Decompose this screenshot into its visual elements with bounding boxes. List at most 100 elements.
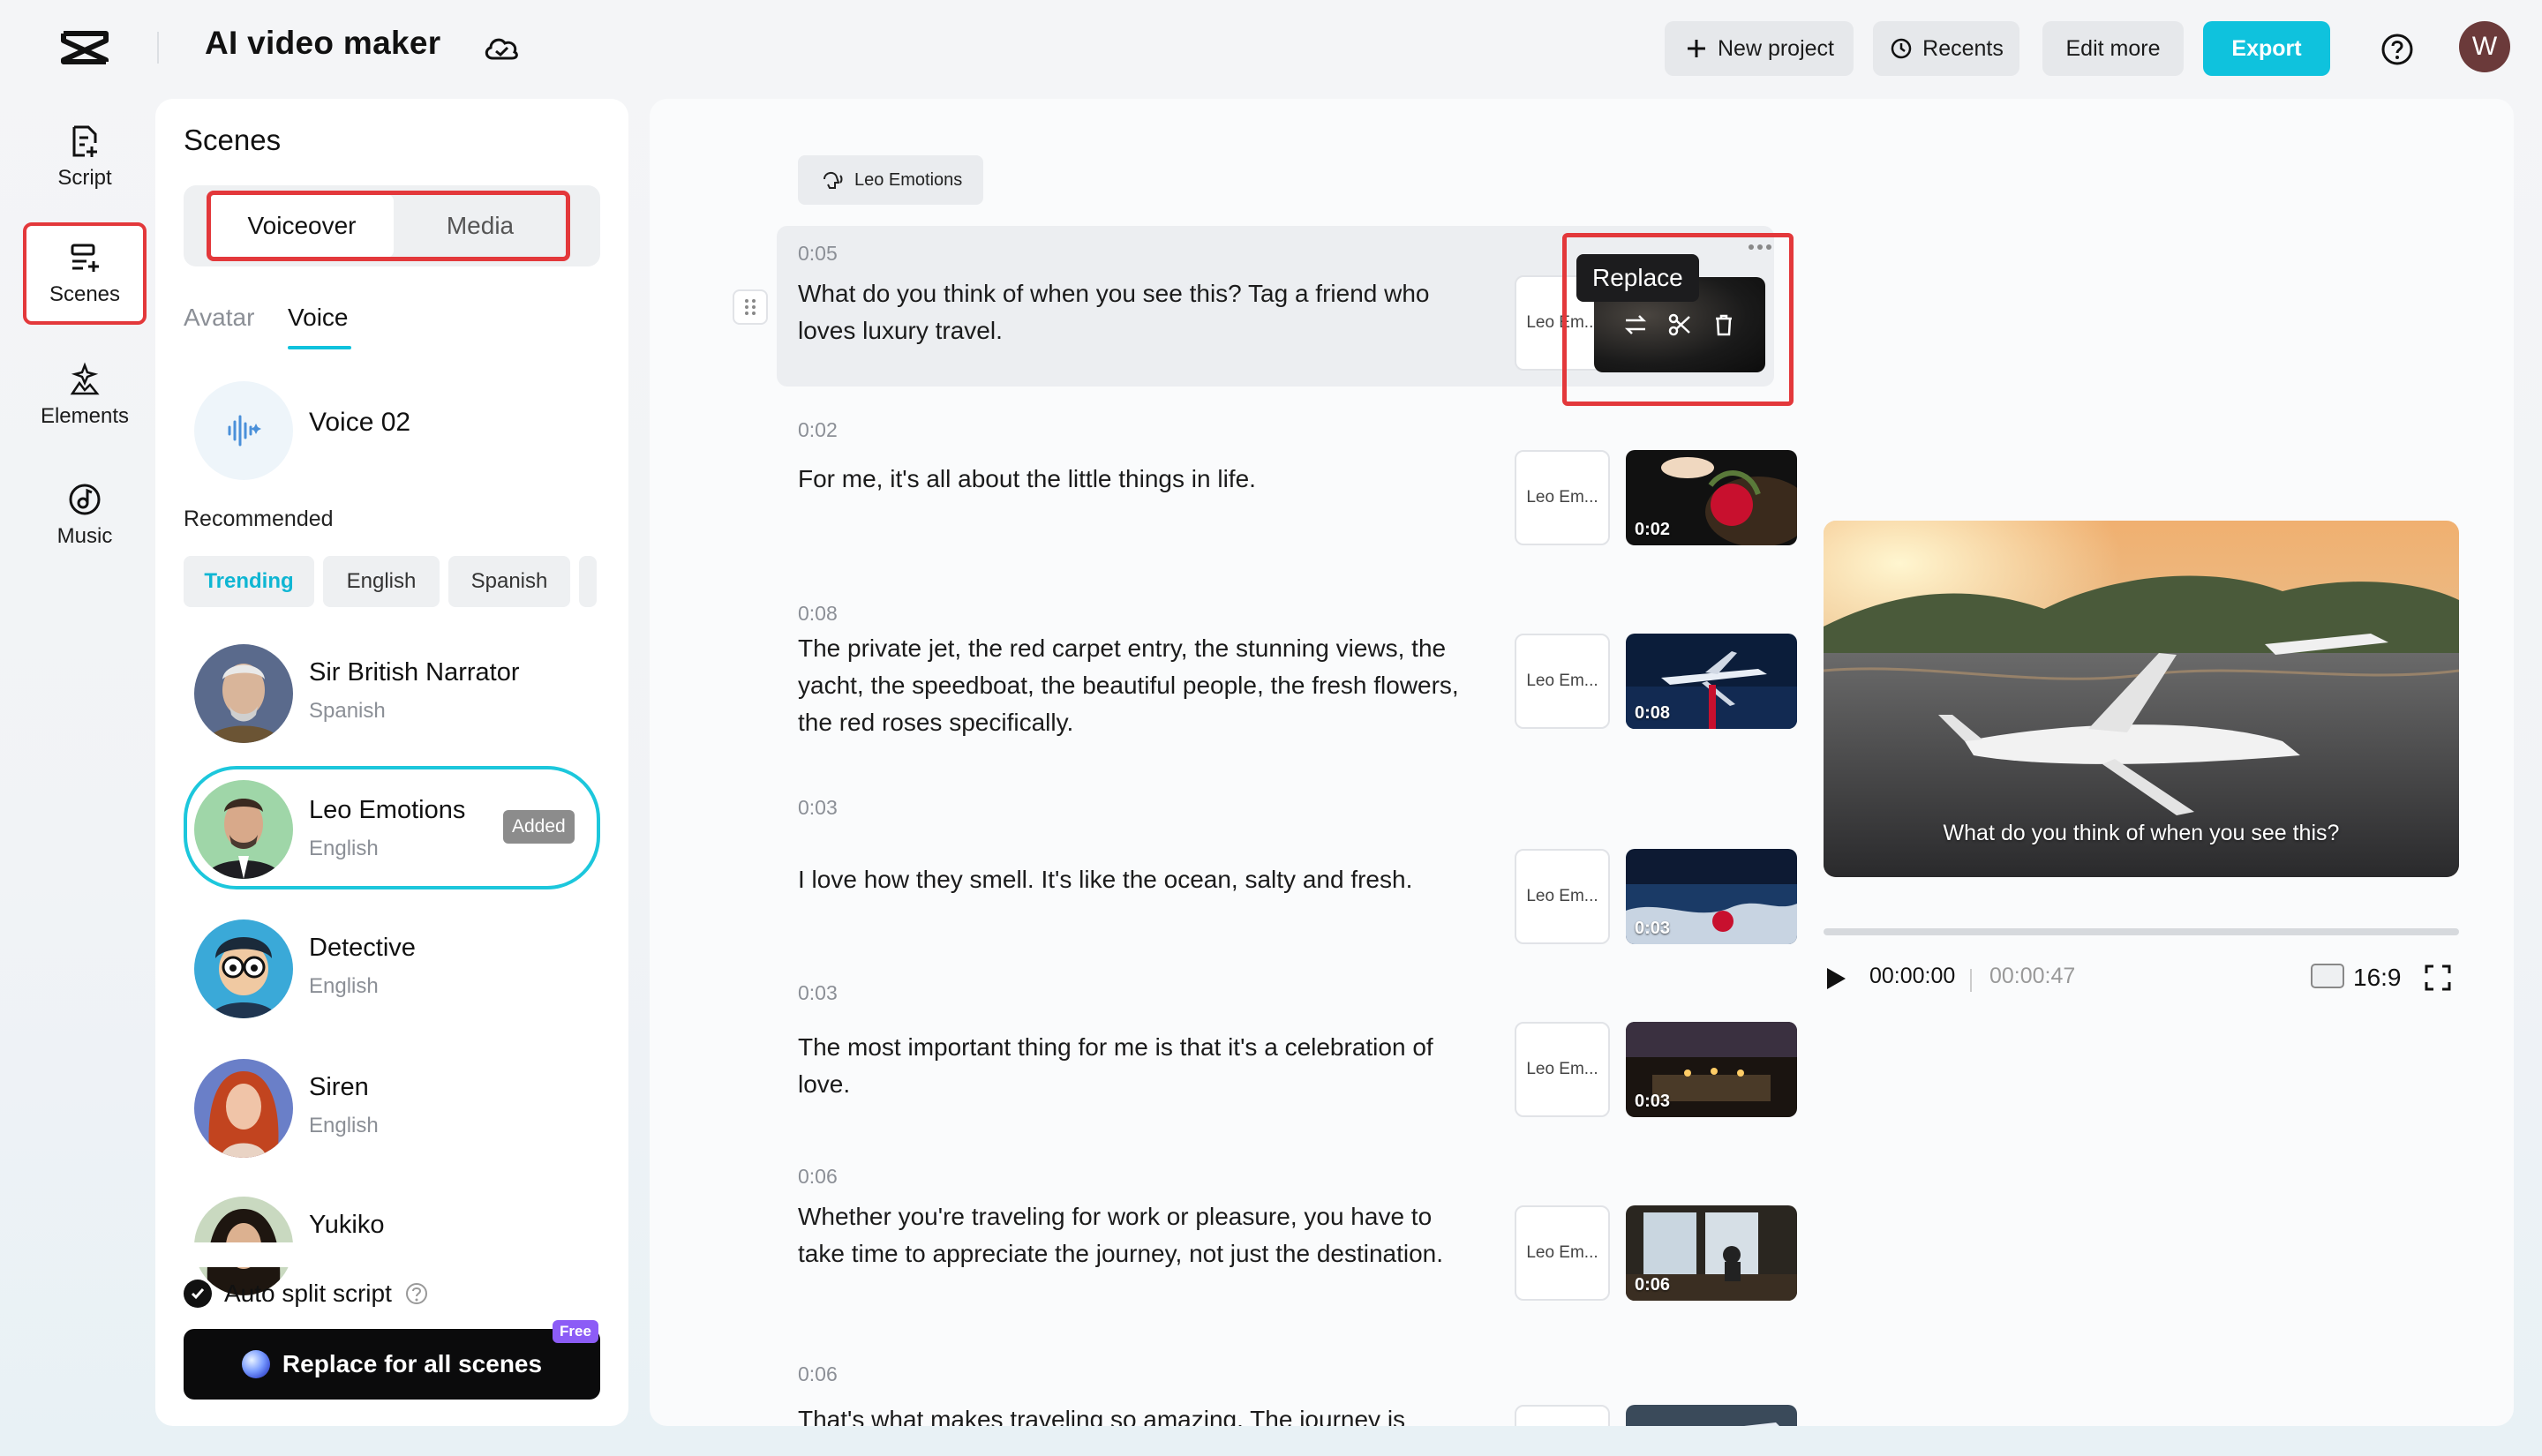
segment-highlight-frame [207,191,570,261]
scene-media-thumbnail[interactable]: 0:03 [1626,849,1797,944]
play-icon[interactable] [1824,965,1848,992]
scene-time: 0:08 [798,602,838,625]
voice-avatar [194,780,293,879]
auto-split-toggle[interactable]: Auto split script [184,1280,429,1308]
user-avatar[interactable]: W [2459,21,2510,72]
voice-avatar [194,1059,293,1158]
scene-text[interactable]: Whether you're traveling for work or ple… [798,1198,1478,1272]
music-icon [69,484,101,515]
scene-text[interactable]: I love how they smell. It's like the oce… [798,861,1478,898]
current-voice-name: Voice 02 [309,408,411,437]
scene-voice-chip[interactable] [1515,1405,1610,1426]
video-preview[interactable]: What do you think of when you see this? [1824,521,2459,877]
help-circle-icon[interactable] [404,1281,429,1306]
filter-trending[interactable]: Trending [184,556,314,607]
voice-avatar [194,644,293,743]
panel-title: Scenes [184,124,282,156]
scene-text[interactable]: The private jet, the red carpet entry, t… [798,630,1478,741]
scene-voice-chip[interactable]: Leo Em... [1515,450,1610,545]
scene-row[interactable]: 0:06 Whether you're traveling for work o… [777,1165,1797,1350]
recommended-label: Recommended [184,507,334,531]
current-voice-avatar[interactable] [194,381,293,480]
subtab-avatar[interactable]: Avatar [184,304,254,332]
scene-voice-chip[interactable]: Leo Em... [1515,849,1610,944]
rail-item-scenes[interactable]: Scenes [23,222,147,325]
edit-more-label: Edit more [2065,35,2161,61]
voice-language: English [309,974,379,998]
scene-media-thumbnail[interactable]: 0:06 [1626,1205,1797,1301]
voice-name: Yukiko [309,1211,385,1239]
filter-english[interactable]: English [323,556,440,607]
rail-label-music: Music [56,524,113,548]
scene-media-thumbnail[interactable] [1626,1405,1797,1426]
export-button[interactable]: Export [2203,21,2330,76]
aspect-ratio-icon[interactable] [2311,964,2344,988]
scene-time: 0:03 [798,981,838,1004]
replace-all-scenes-button[interactable]: Replace for all scenes [184,1329,600,1400]
filter-overflow[interactable] [579,556,597,607]
scene-voice-chip[interactable]: Leo Em... [1515,1205,1610,1301]
scene-media-thumbnail[interactable]: 0:08 [1626,634,1797,729]
rail-item-script[interactable]: Script [23,106,147,208]
list-clip [155,1242,628,1267]
subtab-voice[interactable]: Voice [288,304,349,332]
rail-label-elements: Elements [40,404,130,428]
thumbnail-duration: 0:06 [1635,1275,1671,1295]
scene-text[interactable]: The most important thing for me is that … [798,1029,1478,1103]
voice-language: English [309,1114,379,1137]
cloud-sync-icon[interactable] [482,32,521,64]
scene-text[interactable]: What do you think of when you see this? … [798,275,1478,349]
scene-voice-chip[interactable]: Leo Em... [1515,634,1610,729]
scene-row[interactable]: 0:02 For me, it's all about the little t… [777,409,1797,568]
waveform-icon [228,415,261,447]
fullscreen-icon[interactable] [2424,964,2452,992]
added-badge: Added [503,810,575,844]
scene-text[interactable]: For me, it's all about the little things… [798,461,1478,498]
edit-more-button[interactable]: Edit more [2042,21,2184,76]
rail-item-music[interactable]: Music [23,464,147,567]
total-time: 00:00:47 [1989,964,2076,988]
voice-item[interactable]: Detective English [184,904,600,1027]
recents-button[interactable]: Recents [1873,21,2019,76]
scene-media-thumbnail[interactable]: 0:03 [1626,1022,1797,1117]
new-project-button[interactable]: New project [1665,21,1854,76]
voice-item-selected[interactable]: Leo Emotions English Added [184,766,600,889]
new-project-label: New project [1718,35,1834,61]
scene-row[interactable]: 0:03 The most important thing for me is … [777,981,1797,1158]
ai-orb-icon [241,1350,270,1378]
scene-media-thumbnail[interactable]: 0:02 [1626,450,1797,545]
voice-item[interactable]: Sir British Narrator Spanish [184,628,600,752]
help-icon[interactable] [2380,32,2415,67]
scene-time: 0:05 [798,242,838,265]
thumbnail-duration: 0:03 [1635,919,1671,938]
speaker-tag[interactable]: Leo Emotions [798,155,984,205]
voice-language: Spanish [309,699,386,723]
elements-icon [70,362,100,395]
scene-voice-chip[interactable]: Leo Em... [1515,1022,1610,1117]
voice-name: Sir British Narrator [309,658,520,687]
voice-item[interactable]: Siren English [184,1043,600,1167]
replace-highlight-frame [1562,233,1794,406]
aspect-ratio-label[interactable]: 16:9 [2353,964,2402,992]
filter-spanish[interactable]: Spanish [448,556,570,607]
rail-label-script: Script [57,166,112,190]
auto-split-label: Auto split script [224,1280,392,1307]
scene-time: 0:06 [798,1362,838,1385]
timeline-scrubber[interactable] [1824,928,2459,935]
voice-avatar [194,919,293,1018]
scene-row[interactable]: 0:03 I love how they smell. It's like th… [777,796,1797,972]
scene-row[interactable]: 0:08 The private jet, the red carpet ent… [777,593,1797,778]
scene-time: 0:03 [798,796,838,819]
time-divider [1970,969,1972,992]
rail-item-elements[interactable]: Elements [23,344,147,447]
replace-all-label: Replace for all scenes [282,1350,543,1377]
capcut-logo-icon[interactable] [58,28,111,67]
scene-row[interactable]: 0:06 That's what makes traveling so amaz… [777,1362,1797,1426]
scenes-icon [71,244,99,272]
header-divider [157,32,159,64]
drag-handle-icon[interactable] [733,289,768,325]
current-time: 00:00:00 [1869,964,1956,988]
checkbox-checked-icon[interactable] [184,1280,212,1308]
voice-name: Leo Emotions [309,796,466,824]
scene-text[interactable]: That's what makes traveling so amazing. … [798,1401,1478,1426]
